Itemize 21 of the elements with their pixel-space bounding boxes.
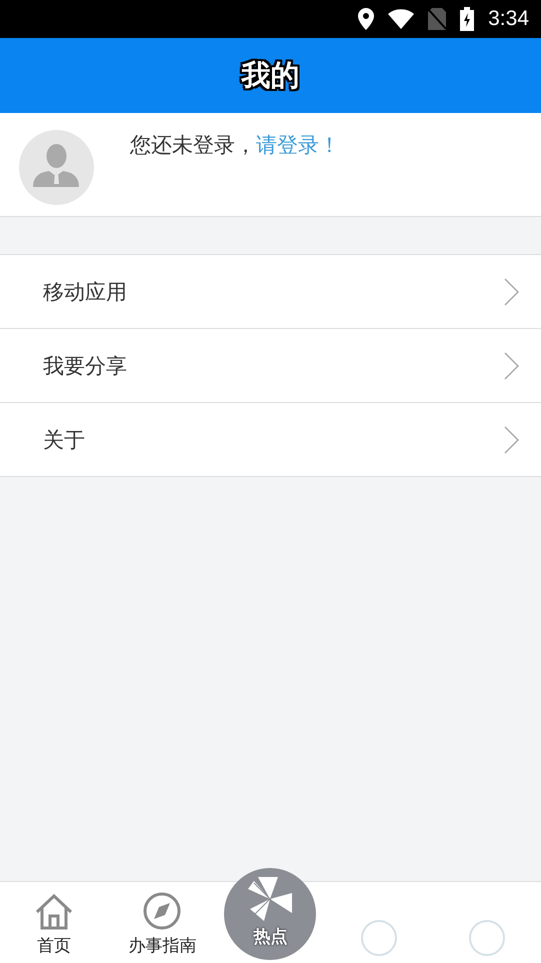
tab[interactable]: 办事指南 — [108, 882, 216, 963]
pinwheel-icon — [246, 875, 294, 923]
menu-item[interactable]: 我要分享 — [0, 329, 541, 403]
compass-icon — [143, 892, 182, 930]
circle-icon — [360, 919, 398, 957]
home-icon — [35, 894, 74, 930]
login-prompt: 您还未登录， — [130, 132, 256, 159]
page-title: 我的 — [242, 56, 300, 94]
chevron-icon — [504, 278, 519, 306]
chevron-icon — [504, 426, 519, 454]
chevron-icon — [504, 352, 519, 380]
status-time: 3:34 — [488, 7, 529, 31]
avatar-icon — [19, 130, 94, 205]
menu-item[interactable]: 移动应用 — [0, 255, 541, 329]
location-icon — [358, 8, 374, 30]
battery-icon — [460, 7, 474, 31]
tab[interactable]: 首页 — [0, 882, 108, 963]
menu-item[interactable]: 关于 — [0, 403, 541, 477]
circle-icon — [468, 919, 506, 957]
wifi-icon — [388, 9, 414, 29]
no-sim-icon — [428, 8, 446, 30]
